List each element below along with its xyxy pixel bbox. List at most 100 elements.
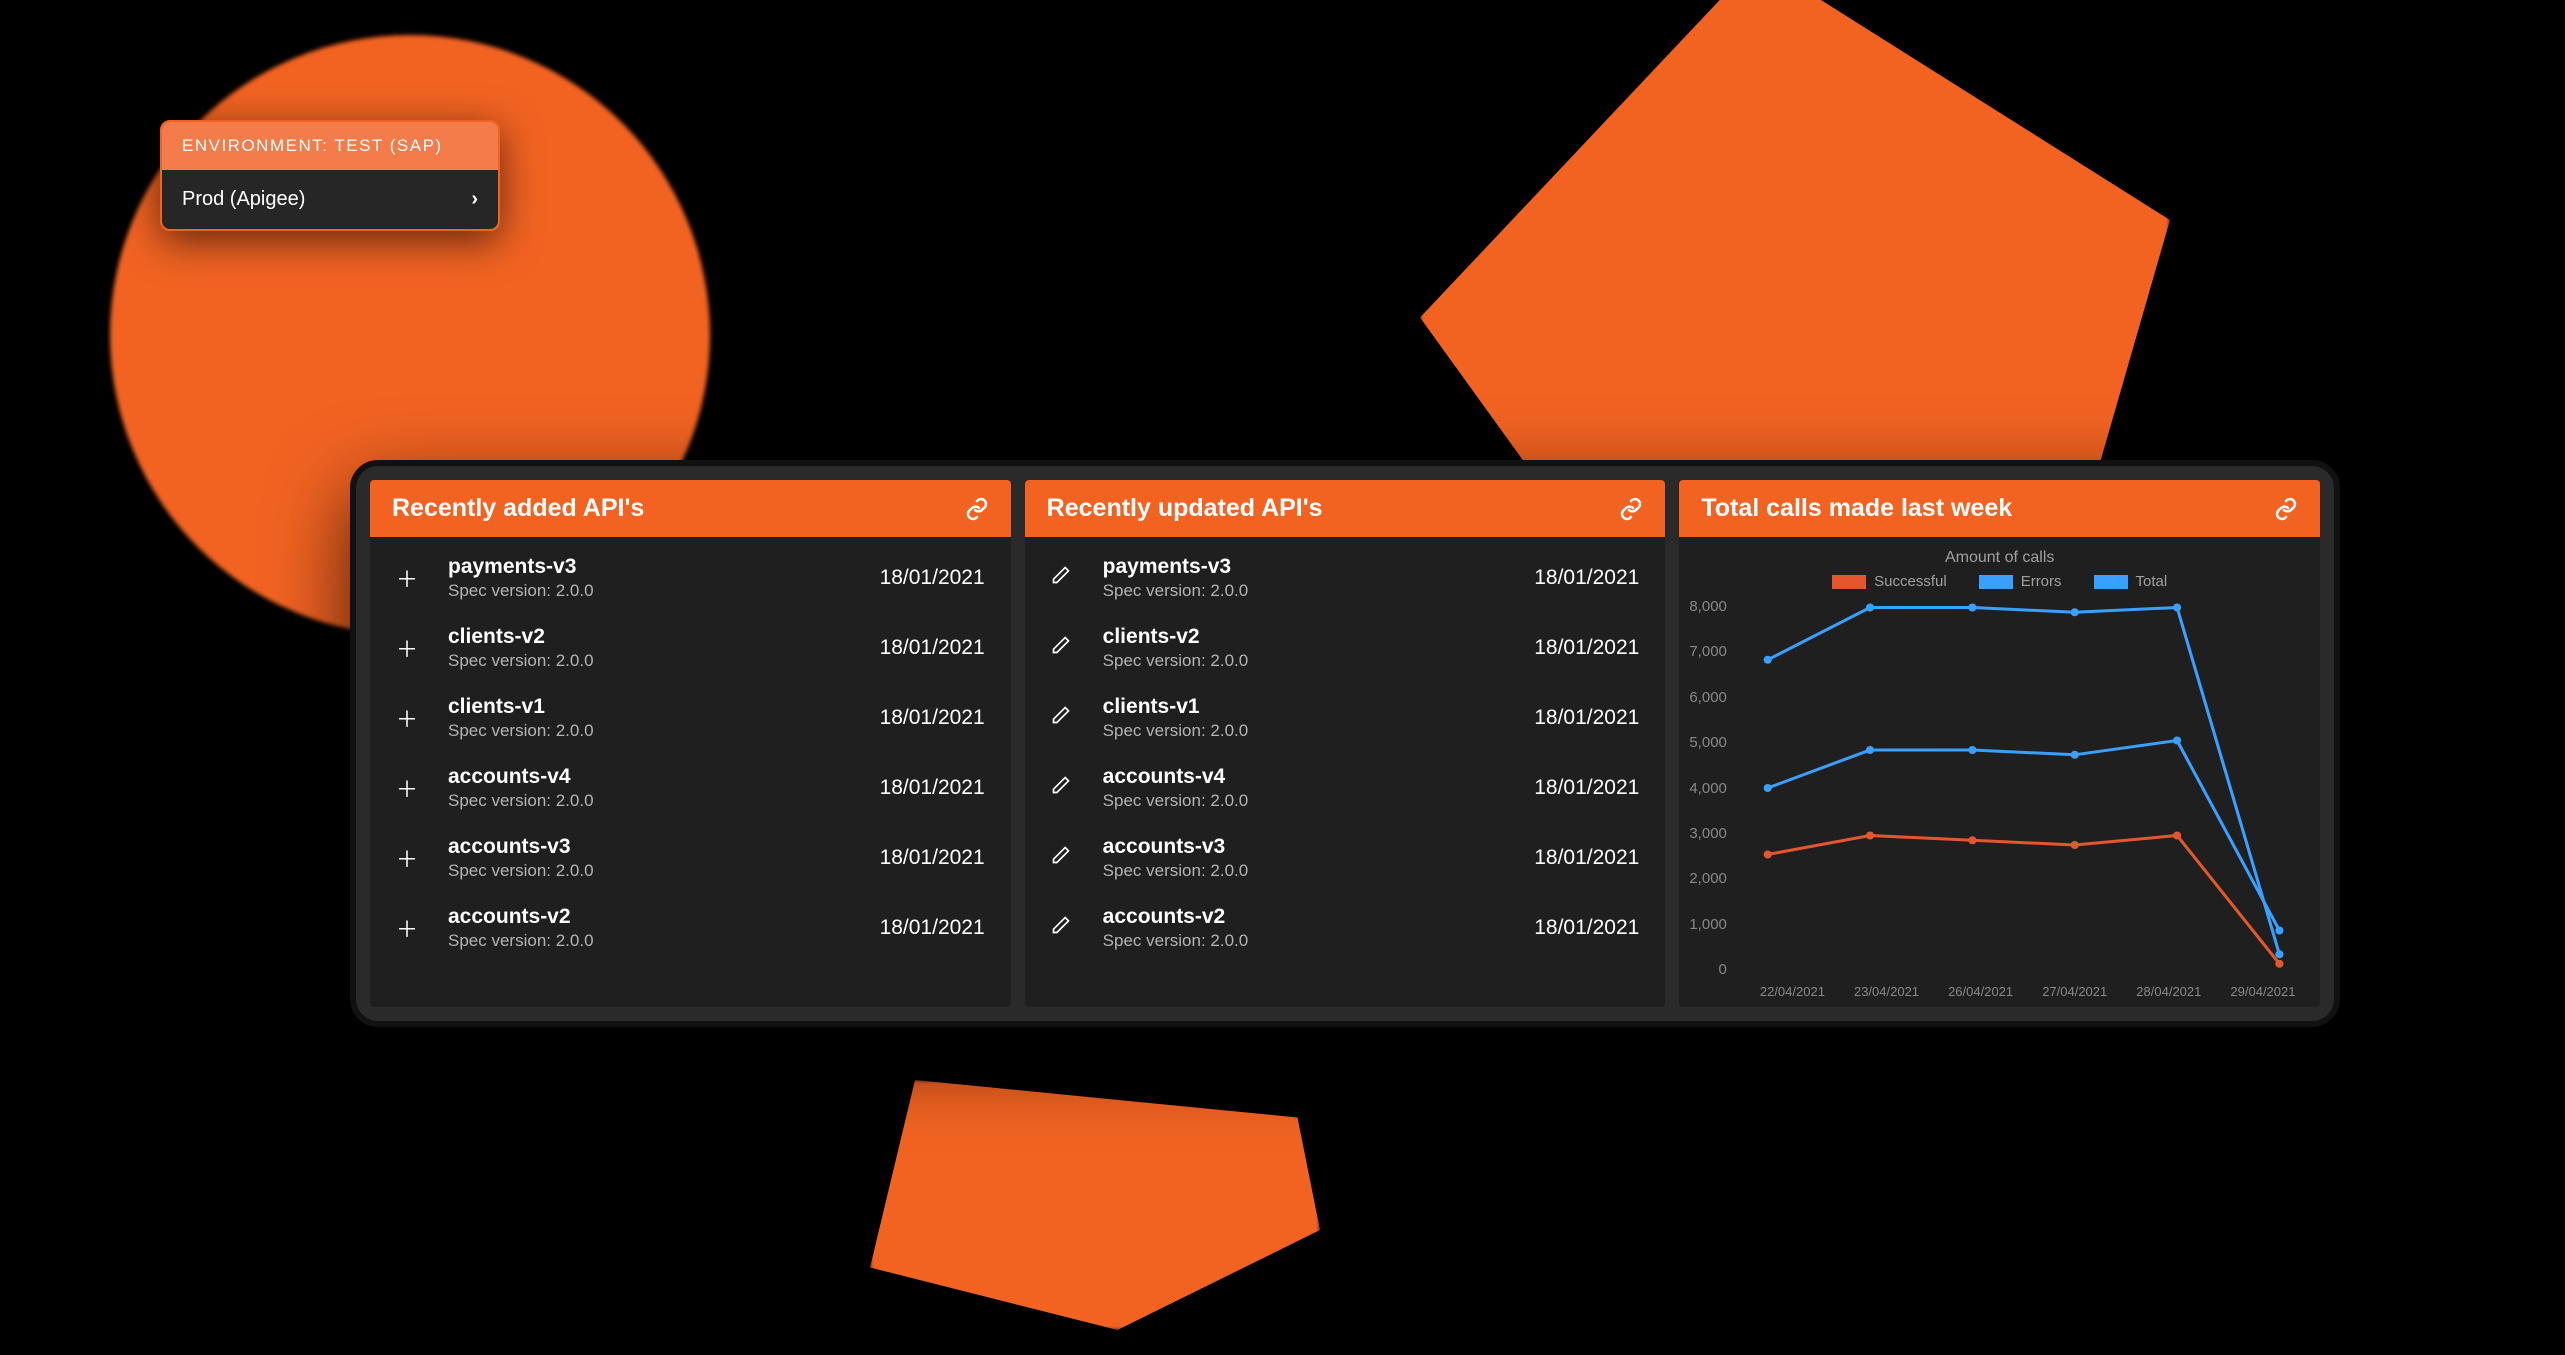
plus-icon: ＋	[396, 562, 430, 594]
card-total-calls: Total calls made last week Amount of cal…	[1679, 480, 2320, 1007]
pencil-icon	[1051, 915, 1085, 941]
environment-header: ENVIRONMENT: TEST (SAP)	[162, 122, 498, 170]
api-spec-version: Spec version: 2.0.0	[448, 721, 880, 741]
api-row-main: clients-v2Spec version: 2.0.0	[1085, 625, 1535, 671]
legend-swatch	[1832, 575, 1866, 589]
api-row-main: accounts-v2Spec version: 2.0.0	[430, 905, 880, 951]
api-spec-version: Spec version: 2.0.0	[1103, 721, 1535, 741]
chart-data-point[interactable]	[1764, 784, 1772, 792]
card-title: Recently added API's	[392, 494, 644, 523]
api-row[interactable]: accounts-v2Spec version: 2.0.018/01/2021	[1025, 893, 1666, 963]
y-tick: 8,000	[1689, 598, 1727, 615]
api-date: 18/01/2021	[1534, 706, 1639, 730]
x-tick: 27/04/2021	[2028, 984, 2122, 999]
chart-body: Amount of calls SuccessfulErrorsTotal 8,…	[1679, 537, 2320, 1007]
api-spec-version: Spec version: 2.0.0	[448, 931, 880, 951]
chart-data-point[interactable]	[2173, 832, 2181, 840]
x-tick: 29/04/2021	[2216, 984, 2310, 999]
api-row[interactable]: accounts-v3Spec version: 2.0.018/01/2021	[1025, 823, 1666, 893]
chart-data-point[interactable]	[2275, 927, 2283, 935]
api-date: 18/01/2021	[880, 916, 985, 940]
legend-item[interactable]: Errors	[1979, 573, 2062, 590]
link-icon[interactable]	[965, 497, 989, 521]
legend-label: Successful	[1874, 573, 1947, 590]
environment-option-label: Prod (Apigee)	[182, 188, 305, 211]
chart-data-point[interactable]	[2071, 608, 2079, 616]
api-name: accounts-v2	[1103, 905, 1535, 929]
card-header: Total calls made last week	[1679, 480, 2320, 537]
chart-data-point[interactable]	[1764, 851, 1772, 859]
api-spec-version: Spec version: 2.0.0	[1103, 581, 1535, 601]
api-row[interactable]: ＋clients-v1Spec version: 2.0.018/01/2021	[370, 683, 1011, 753]
y-tick: 3,000	[1689, 825, 1727, 842]
plus-icon: ＋	[396, 632, 430, 664]
api-row[interactable]: ＋ payments-v3Spec version: 2.0.018/01/202…	[370, 543, 1011, 613]
api-row[interactable]: ＋accounts-v3Spec version: 2.0.018/01/202…	[370, 823, 1011, 893]
pencil-icon	[1051, 775, 1085, 801]
api-row-main: accounts-v4Spec version: 2.0.0	[1085, 765, 1535, 811]
api-row[interactable]: payments-v3Spec version: 2.0.018/01/2021	[1025, 543, 1666, 613]
link-icon[interactable]	[2274, 497, 2298, 521]
api-name: clients-v2	[448, 625, 880, 649]
chart-series-line	[1768, 741, 2280, 931]
decorative-blob	[870, 1080, 1320, 1330]
pencil-icon	[1051, 565, 1085, 591]
api-row[interactable]: ＋clients-v2Spec version: 2.0.018/01/2021	[370, 613, 1011, 683]
environment-option-prod[interactable]: Prod (Apigee) ›	[162, 170, 498, 229]
chart-data-point[interactable]	[1866, 746, 1874, 754]
chart-data-point[interactable]	[2275, 960, 2283, 968]
api-name: accounts-v4	[448, 765, 880, 789]
chart-data-point[interactable]	[1764, 656, 1772, 664]
chart-area: 8,0007,0006,0005,0004,0003,0002,0001,000…	[1689, 598, 2310, 978]
api-row[interactable]: accounts-v4Spec version: 2.0.018/01/2021	[1025, 753, 1666, 823]
api-row[interactable]: ＋accounts-v2Spec version: 2.0.018/01/202…	[370, 893, 1011, 963]
api-spec-version: Spec version: 2.0.0	[448, 861, 880, 881]
api-row[interactable]: clients-v2Spec version: 2.0.018/01/2021	[1025, 613, 1666, 683]
api-name: clients-v1	[1103, 695, 1535, 719]
chart-data-point[interactable]	[1866, 832, 1874, 840]
chart-data-point[interactable]	[2173, 604, 2181, 612]
y-tick: 5,000	[1689, 734, 1727, 751]
x-tick: 26/04/2021	[1934, 984, 2028, 999]
api-spec-version: Spec version: 2.0.0	[448, 791, 880, 811]
api-row[interactable]: ＋accounts-v4Spec version: 2.0.018/01/202…	[370, 753, 1011, 823]
y-tick: 1,000	[1689, 916, 1727, 933]
api-row-main: accounts-v2Spec version: 2.0.0	[1085, 905, 1535, 951]
api-row-main: clients-v2Spec version: 2.0.0	[430, 625, 880, 671]
chart-data-point[interactable]	[1866, 604, 1874, 612]
chart-data-point[interactable]	[2173, 737, 2181, 745]
legend-item[interactable]: Successful	[1832, 573, 1947, 590]
environment-dropdown[interactable]: ENVIRONMENT: TEST (SAP) Prod (Apigee) ›	[160, 120, 500, 231]
chart-data-point[interactable]	[2071, 751, 2079, 759]
chart-data-point[interactable]	[2275, 950, 2283, 958]
card-title: Recently updated API's	[1047, 494, 1323, 523]
x-tick: 28/04/2021	[2122, 984, 2216, 999]
chart-data-point[interactable]	[1968, 604, 1976, 612]
y-tick: 6,000	[1689, 689, 1727, 706]
card-recently-added: Recently added API's ＋payments-v3Spec ve…	[370, 480, 1011, 1007]
chart-data-point[interactable]	[1968, 746, 1976, 754]
legend-item[interactable]: Total	[2094, 573, 2168, 590]
api-date: 18/01/2021	[880, 566, 985, 590]
dashboard-panel: Recently added API's ＋payments-v3Spec ve…	[350, 460, 2340, 1027]
chart-data-point[interactable]	[1968, 836, 1976, 844]
link-icon[interactable]	[1619, 497, 1643, 521]
api-name: payments-v3	[1103, 555, 1535, 579]
chart-x-axis: 22/04/202123/04/202126/04/202127/04/2021…	[1689, 984, 2310, 999]
chart-series-line	[1768, 608, 2280, 955]
api-date: 18/01/2021	[880, 636, 985, 660]
card-body: ＋payments-v3Spec version: 2.0.018/01/202…	[370, 537, 1011, 977]
x-tick: 23/04/2021	[1839, 984, 1933, 999]
api-row-main: clients-v1Spec version: 2.0.0	[1085, 695, 1535, 741]
api-spec-version: Spec version: 2.0.0	[448, 651, 880, 671]
chart-data-point[interactable]	[2071, 841, 2079, 849]
api-name: payments-v3	[448, 555, 880, 579]
chevron-right-icon: ›	[471, 188, 478, 211]
y-tick: 2,000	[1689, 870, 1727, 887]
api-row[interactable]: clients-v1Spec version: 2.0.018/01/2021	[1025, 683, 1666, 753]
api-date: 18/01/2021	[1534, 846, 1639, 870]
api-name: clients-v2	[1103, 625, 1535, 649]
pencil-icon	[1051, 845, 1085, 871]
api-spec-version: Spec version: 2.0.0	[1103, 861, 1535, 881]
api-spec-version: Spec version: 2.0.0	[448, 581, 880, 601]
